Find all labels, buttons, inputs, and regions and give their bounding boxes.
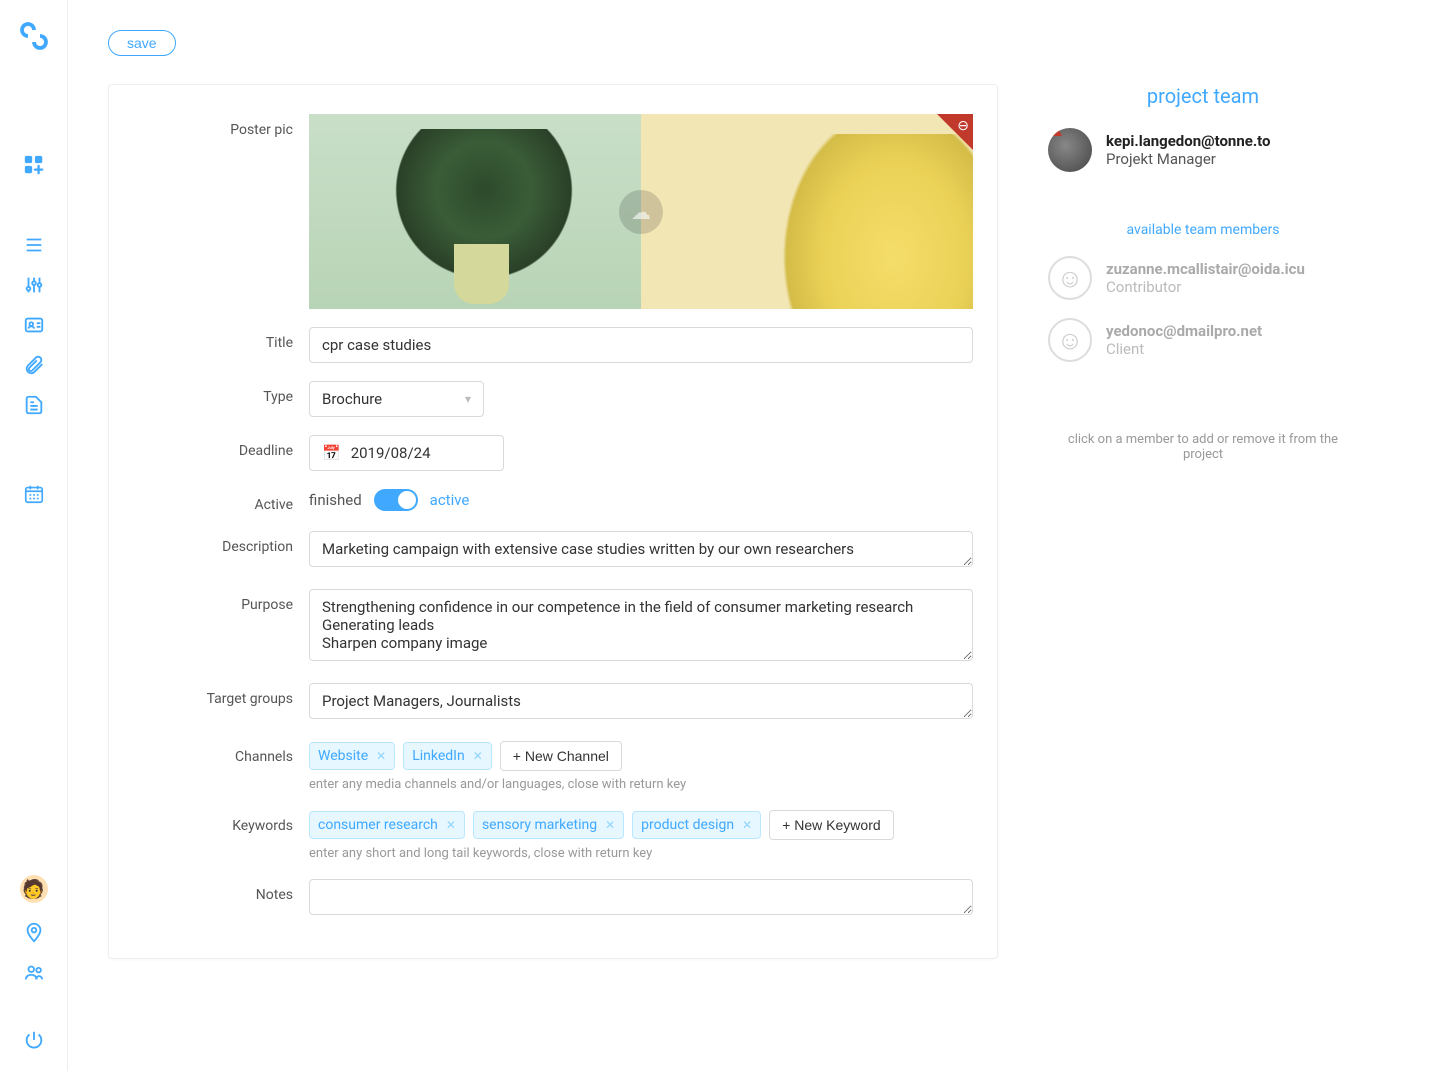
remove-poster-icon[interactable]: ⊖ <box>957 118 969 134</box>
attachment-icon[interactable] <box>23 354 45 376</box>
save-button[interactable]: save <box>108 30 176 56</box>
add-tag-button[interactable]: + New Channel <box>500 741 622 771</box>
project-form: Poster pic ☁ ⊖ Title Type <box>108 84 998 959</box>
deadline-input[interactable]: 📅 2019/08/24 <box>309 435 504 471</box>
label-title: Title <box>109 327 309 351</box>
contact-card-icon[interactable] <box>23 314 45 336</box>
tag[interactable]: product design✕ <box>632 811 761 839</box>
remove-tag-icon[interactable]: ✕ <box>446 818 456 832</box>
label-channels: Channels <box>109 741 309 765</box>
main-content: save Poster pic ☁ ⊖ Title <box>68 0 1434 1071</box>
avatar: ☺ <box>1048 256 1092 300</box>
keywords-hint: enter any short and long tail keywords, … <box>309 846 973 861</box>
type-value: Brochure <box>322 390 382 408</box>
label-purpose: Purpose <box>109 589 309 613</box>
member-email: yedonoc@dmailpro.net <box>1106 322 1262 340</box>
target-groups-input[interactable] <box>309 683 973 719</box>
chevron-down-icon: ▾ <box>465 392 471 406</box>
list-icon[interactable] <box>23 234 45 256</box>
calendar-icon[interactable] <box>20 480 48 508</box>
dashboard-add-icon[interactable] <box>23 154 45 176</box>
label-poster: Poster pic <box>109 114 309 138</box>
purpose-input[interactable] <box>309 589 973 661</box>
tag[interactable]: Website✕ <box>309 742 395 770</box>
add-tag-button[interactable]: + New Keyword <box>769 810 893 840</box>
member-email: kepi.langedon@tonne.to <box>1106 132 1271 150</box>
title-input[interactable] <box>309 327 973 363</box>
team-member[interactable]: ☺ yedonoc@dmailpro.netClient <box>1048 318 1358 362</box>
remove-tag-icon[interactable]: ✕ <box>376 749 386 763</box>
description-input[interactable] <box>309 531 973 567</box>
team-member[interactable]: kepi.langedon@tonne.toProjekt Manager <box>1048 128 1358 172</box>
type-select[interactable]: Brochure ▾ <box>309 381 484 417</box>
member-role: Projekt Manager <box>1106 150 1271 168</box>
calendar-small-icon: 📅 <box>322 444 341 462</box>
team-member[interactable]: ☺ zuzanne.mcallistair@oida.icuContributor <box>1048 256 1358 300</box>
label-deadline: Deadline <box>109 435 309 459</box>
remove-tag-icon[interactable]: ✕ <box>473 749 483 763</box>
power-icon[interactable] <box>23 1029 45 1051</box>
label-keywords: Keywords <box>109 810 309 834</box>
remove-tag-icon[interactable]: ✕ <box>605 818 615 832</box>
sliders-icon[interactable] <box>23 274 45 296</box>
label-target-groups: Target groups <box>109 683 309 707</box>
active-toggle[interactable] <box>374 489 418 511</box>
channels-tags: Website✕ LinkedIn✕ + New Channel <box>309 741 973 771</box>
tag[interactable]: sensory marketing✕ <box>473 811 624 839</box>
team-note: click on a member to add or remove it fr… <box>1048 432 1358 462</box>
member-role: Client <box>1106 340 1262 358</box>
notes-input[interactable] <box>309 879 973 915</box>
remove-tag-icon[interactable]: ✕ <box>742 818 752 832</box>
deadline-value: 2019/08/24 <box>351 444 431 462</box>
avatar <box>1048 128 1092 172</box>
document-icon[interactable] <box>23 394 45 416</box>
user-avatar-icon[interactable]: 🧑 <box>20 875 48 903</box>
member-role: Contributor <box>1106 278 1305 296</box>
upload-icon[interactable]: ☁ <box>619 190 663 234</box>
label-notes: Notes <box>109 879 309 903</box>
team-panel: project team kepi.langedon@tonne.toProje… <box>1048 84 1358 959</box>
active-label: active <box>430 491 470 509</box>
sidebar: 🧑 <box>0 0 68 1071</box>
app-logo-icon <box>16 18 52 54</box>
label-active: Active <box>109 489 309 513</box>
finished-label: finished <box>309 491 362 509</box>
team-header: project team <box>1048 84 1358 108</box>
channels-hint: enter any media channels and/or language… <box>309 777 973 792</box>
location-icon[interactable] <box>23 921 45 943</box>
label-type: Type <box>109 381 309 405</box>
label-description: Description <box>109 531 309 555</box>
keywords-tags: consumer research✕ sensory marketing✕ prod… <box>309 810 973 840</box>
member-email: zuzanne.mcallistair@oida.icu <box>1106 260 1305 278</box>
avatar: ☺ <box>1048 318 1092 362</box>
available-header: available team members <box>1048 222 1358 238</box>
team-icon[interactable] <box>23 961 45 983</box>
tag[interactable]: LinkedIn✕ <box>403 742 492 770</box>
tag[interactable]: consumer research✕ <box>309 811 465 839</box>
poster-upload-area[interactable]: ☁ ⊖ <box>309 114 973 309</box>
